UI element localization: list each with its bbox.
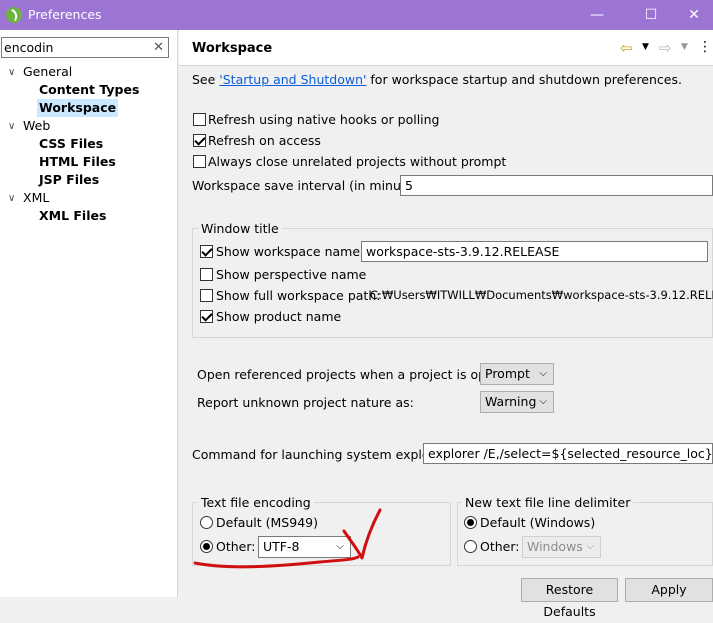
red-annotation — [193, 508, 382, 569]
red-checkmark-annotation — [342, 508, 382, 560]
red-underline-annotation — [193, 555, 360, 569]
